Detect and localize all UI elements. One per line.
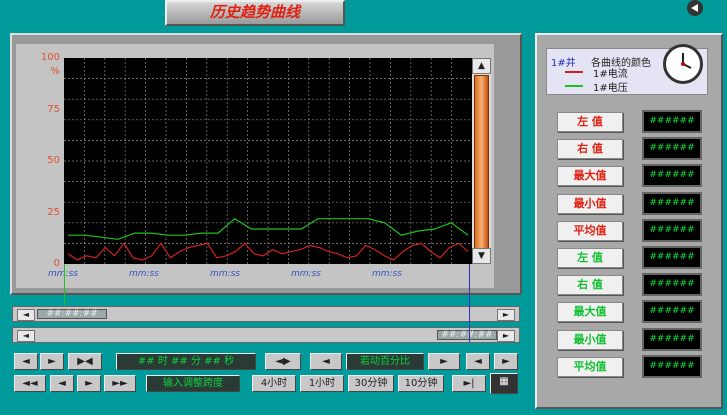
step-left-button[interactable]: ◄ <box>14 353 38 370</box>
time-scrollbar-1[interactable]: ◄ ##:##:## ► <box>12 306 520 322</box>
stat-value: ###### <box>642 354 702 378</box>
voltage-legend-swatch <box>565 85 583 87</box>
current-legend-label: 1#电流 <box>593 69 628 80</box>
y-tick-label: 75 <box>47 103 60 115</box>
span-4h-button[interactable]: 4小时 <box>252 375 296 392</box>
time-scroll-thumb-2[interactable]: ##:##:## <box>437 330 497 340</box>
stat-label: 最小值 <box>557 329 623 350</box>
scroll-right-button-2[interactable]: ► <box>497 330 515 342</box>
stat-value: ###### <box>642 191 702 215</box>
x-tick-label: mm:ss <box>372 269 402 279</box>
scroll-down-button[interactable]: ▼ <box>472 248 491 264</box>
span-10m-button[interactable]: 10分钟 <box>398 375 444 392</box>
back-button[interactable]: ◄ <box>50 375 74 392</box>
shift-button[interactable]: ◄▶ <box>265 353 301 370</box>
stat-label: 左 值 <box>557 248 623 268</box>
stat-value: ###### <box>642 300 702 324</box>
span-30m-button[interactable]: 30分钟 <box>348 375 394 392</box>
y-tick-label: 100 <box>40 52 60 63</box>
scroll-left-button-2[interactable]: ◄ <box>17 330 35 342</box>
well-label: 1#井 <box>551 58 576 69</box>
trend-plot[interactable] <box>64 58 472 264</box>
stat-value: ###### <box>642 327 702 351</box>
vertical-scroll-thumb[interactable] <box>474 75 489 249</box>
stat-value: ###### <box>642 110 702 133</box>
step-forward-button[interactable]: ► <box>428 353 460 370</box>
x-tick-label: mm:ss <box>291 269 321 279</box>
stat-value: ###### <box>642 246 702 269</box>
left-cursor-line <box>64 264 65 306</box>
input-span-button[interactable]: 输入调整跨度 <box>146 375 240 392</box>
page-right-button[interactable]: ► <box>494 353 518 370</box>
stat-label: 最大值 <box>557 166 623 187</box>
stat-label: 最大值 <box>557 302 623 323</box>
current-legend-swatch <box>565 71 583 73</box>
clock-icon <box>663 44 703 84</box>
back-icon[interactable] <box>685 0 705 18</box>
forward-button[interactable]: ► <box>77 375 101 392</box>
stat-label: 左 值 <box>557 112 623 132</box>
stat-label: 平均值 <box>557 356 623 377</box>
time-scroll-thumb-1[interactable]: ##:##:## <box>37 309 107 319</box>
x-tick-label: mm:ss <box>48 269 78 279</box>
voltage-legend-label: 1#电压 <box>593 83 628 94</box>
y-unit-label: % <box>50 66 60 77</box>
x-tick-label: mm:ss <box>210 269 240 279</box>
stat-value: ###### <box>642 273 702 297</box>
stat-value: ###### <box>642 164 702 188</box>
fast-forward-button[interactable]: ►► <box>104 375 136 392</box>
zoom-button[interactable]: ▶◀ <box>68 353 102 370</box>
fast-back-button[interactable]: ◄◄ <box>14 375 46 392</box>
y-tick-label: 0 <box>53 258 60 269</box>
y-tick-label: 50 <box>47 155 60 166</box>
auto-percent-button[interactable]: 若动百分比 <box>346 353 424 370</box>
step-right-button[interactable]: ► <box>40 353 64 370</box>
scroll-left-button[interactable]: ◄ <box>17 309 35 321</box>
stat-value: ###### <box>642 218 702 242</box>
right-cursor-line <box>469 264 470 342</box>
time-scrollbar-2[interactable]: ◄ ##:##:## ► <box>12 327 520 343</box>
series-line-2 <box>68 217 469 240</box>
span-1h-button[interactable]: 1小时 <box>300 375 344 392</box>
x-tick-label: mm:ss <box>129 269 159 279</box>
stat-value: ###### <box>642 137 702 161</box>
stat-label: 平均值 <box>557 220 623 241</box>
stat-label: 右 值 <box>557 139 623 160</box>
stat-label: 右 值 <box>557 275 623 296</box>
stat-label: 最小值 <box>557 193 623 214</box>
y-tick-label: 25 <box>47 206 60 218</box>
page-left-button[interactable]: ◄ <box>466 353 490 370</box>
step-back-button[interactable]: ◄ <box>310 353 342 370</box>
scroll-right-button[interactable]: ► <box>497 309 515 321</box>
time-display: ## 时 ## 分 ## 秒 <box>116 353 256 370</box>
menu-grid-icon[interactable]: ▦ <box>490 373 518 394</box>
latest-button[interactable]: ►| <box>452 375 486 392</box>
window-title: 历史趋势曲线 <box>165 0 345 26</box>
scroll-up-button[interactable]: ▲ <box>472 58 491 74</box>
